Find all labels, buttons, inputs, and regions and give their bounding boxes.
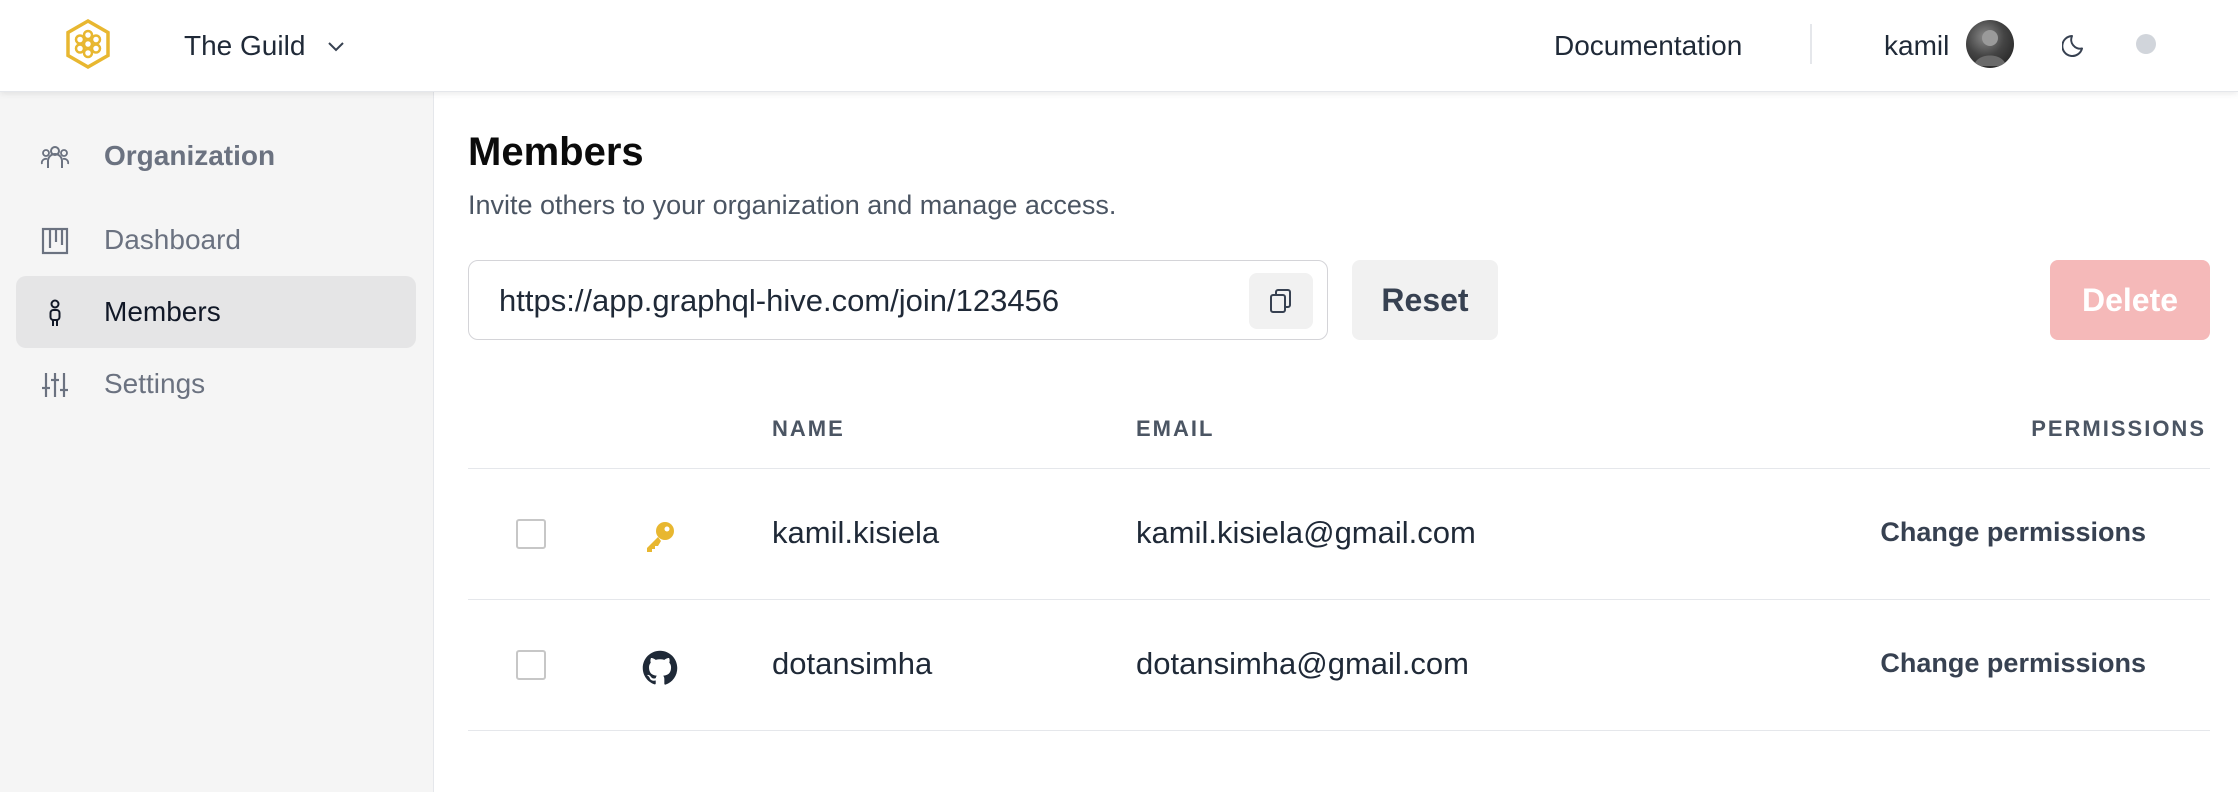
page-subtitle: Invite others to your organization and m… bbox=[468, 190, 1117, 220]
table-divider bbox=[468, 730, 2210, 731]
sidebar-item-organization[interactable]: Organization bbox=[16, 120, 416, 192]
sidebar-item-settings[interactable]: Settings bbox=[16, 348, 416, 420]
avatar-image bbox=[1974, 30, 2006, 66]
sidebar-item-label: Organization bbox=[104, 140, 276, 171]
documentation-link[interactable]: Documentation bbox=[1554, 26, 1742, 66]
chevron-down-icon bbox=[328, 42, 345, 52]
hive-logo-icon[interactable] bbox=[62, 18, 114, 70]
row-checkbox[interactable] bbox=[516, 519, 546, 549]
column-header-permissions: PERMISSIONS bbox=[2031, 416, 2206, 441]
invite-link-input[interactable] bbox=[499, 279, 1219, 323]
table-row: dotansimha dotansimha@gmail.com Change p… bbox=[468, 600, 2210, 730]
user-avatar[interactable] bbox=[1966, 20, 2014, 68]
table-row: kamil.kisiela kamil.kisiela@gmail.com Ch… bbox=[468, 469, 2210, 599]
member-name: kamil.kisiela bbox=[772, 515, 940, 550]
org-switcher[interactable]: The Guild bbox=[184, 26, 347, 66]
member-email: dotansimha@gmail.com bbox=[1136, 646, 1469, 681]
reset-button[interactable]: Reset bbox=[1352, 260, 1498, 340]
copy-icon bbox=[1270, 289, 1291, 313]
sidebar: Organization Dashboard Members Settings bbox=[0, 92, 434, 792]
page-title: Members bbox=[468, 130, 644, 174]
column-header-name: NAME bbox=[772, 416, 845, 441]
copy-button[interactable] bbox=[1249, 273, 1313, 329]
org-name: The Guild bbox=[184, 30, 306, 61]
status-dot bbox=[2136, 34, 2156, 54]
sidebar-item-members[interactable]: Members bbox=[16, 276, 416, 348]
sidebar-item-label: Settings bbox=[104, 368, 206, 399]
member-email: kamil.kisiela@gmail.com bbox=[1136, 515, 1476, 550]
change-permissions-button[interactable]: Change permissions bbox=[1880, 648, 2146, 679]
top-header: The Guild Documentation kamil bbox=[0, 0, 2238, 92]
main-content: Members Invite others to your organizati… bbox=[434, 92, 2238, 792]
sidebar-item-label: Members bbox=[104, 296, 221, 327]
sliders-icon bbox=[42, 373, 68, 397]
people-icon bbox=[40, 146, 70, 168]
user-name[interactable]: kamil bbox=[1884, 26, 1949, 66]
invite-link-field bbox=[468, 260, 1328, 340]
header-divider bbox=[1810, 24, 1812, 64]
member-name: dotansimha bbox=[772, 646, 933, 681]
github-icon bbox=[642, 650, 678, 685]
column-header-email: EMAIL bbox=[1136, 416, 1215, 441]
delete-button: Delete bbox=[2050, 260, 2210, 340]
sidebar-item-label: Dashboard bbox=[104, 224, 241, 255]
moon-icon[interactable] bbox=[2062, 30, 2090, 58]
row-checkbox[interactable] bbox=[516, 650, 546, 680]
sidebar-item-dashboard[interactable]: Dashboard bbox=[16, 204, 416, 276]
person-icon bbox=[49, 299, 61, 326]
change-permissions-button[interactable]: Change permissions bbox=[1880, 517, 2146, 548]
board-icon bbox=[41, 227, 69, 255]
key-icon bbox=[647, 522, 674, 552]
